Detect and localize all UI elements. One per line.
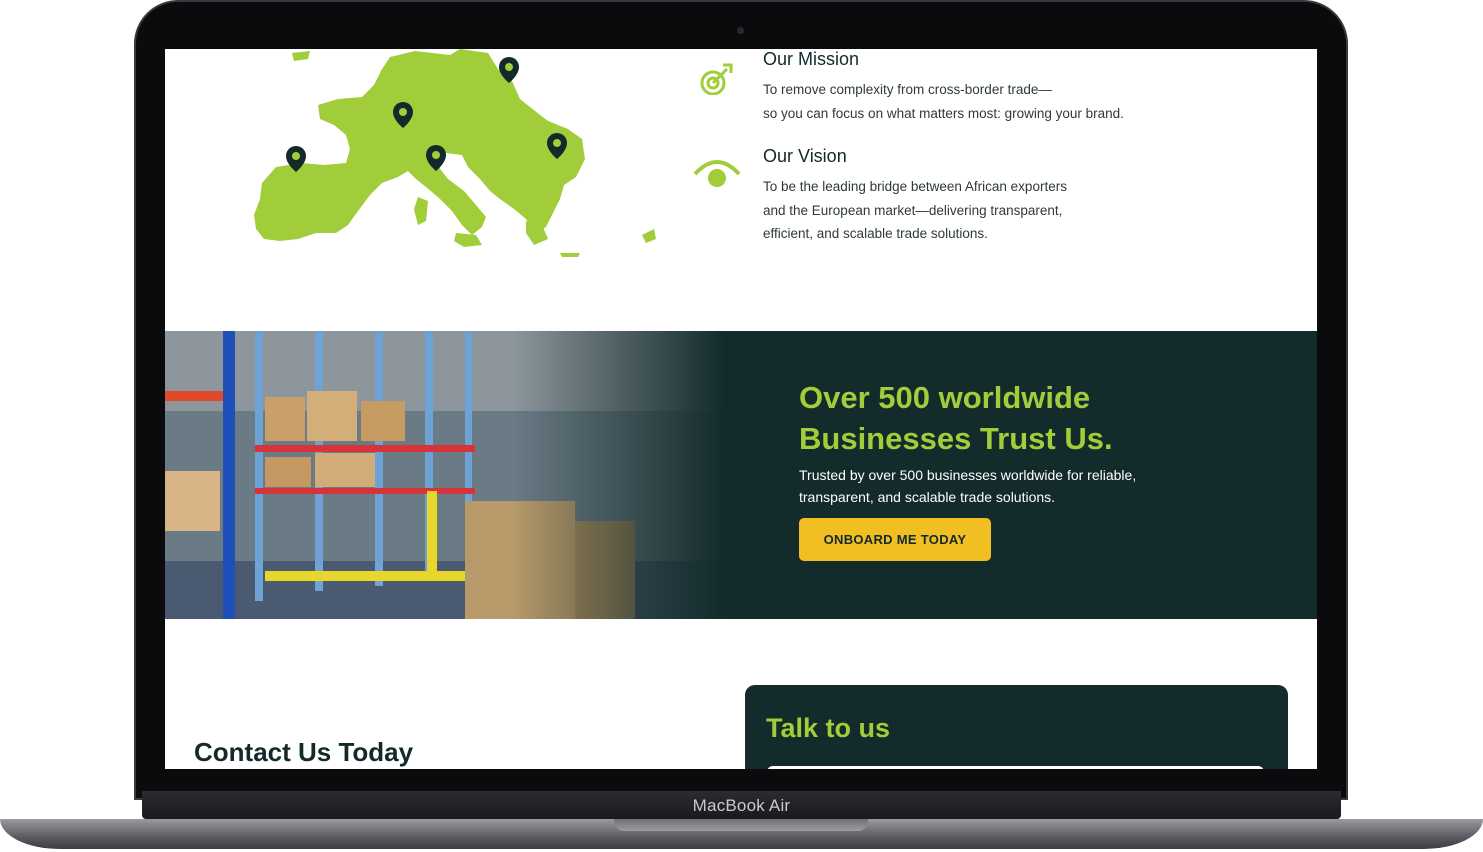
trust-title-line: Businesses Trust Us. [799,421,1113,456]
mission-line: so you can focus on what matters most: g… [763,105,1124,121]
talk-to-us-title: Talk to us [766,713,891,743]
warehouse-image [165,331,725,619]
target-icon [700,63,733,95]
europe-map [254,49,656,257]
mission-line: To remove complexity from cross-border t… [763,82,1052,97]
talk-to-us-card: Talk to us [745,685,1288,769]
trust-subtitle-line: transparent, and scalable trade solution… [799,489,1056,505]
trust-banner: Over 500 worldwide Businesses Trust Us. … [165,331,1317,619]
mission-title: Our Mission [763,49,860,69]
vision-title: Our Vision [763,146,847,166]
trust-title-line: Over 500 worldwide [799,380,1091,415]
contact-heading: Contact Us Today [194,737,414,767]
browser-viewport[interactable]: Our Mission To remove complexity from cr… [165,49,1317,769]
mission-text: To remove complexity from cross-border t… [763,78,1124,125]
eye-icon [693,160,741,187]
contact-form-field[interactable] [767,766,1264,769]
mission-block: Our Mission To remove complexity from cr… [700,49,1124,125]
device-label: MacBook Air [692,796,791,815]
laptop-hinge: MacBook Air [142,791,1341,819]
vision-line: and the European market—delivering trans… [763,202,1063,218]
camera-icon [737,27,744,34]
vision-text: To be the leading bridge between African… [763,175,1067,246]
onboard-me-today-button[interactable]: ONBOARD ME TODAY [799,518,991,561]
laptop-base: MacBook Air [0,791,1483,852]
trust-title: Over 500 worldwide Businesses Trust Us. [799,377,1113,459]
vision-line: To be the leading bridge between African… [763,179,1067,194]
vision-block: Our Vision To be the leading bridge betw… [693,146,1067,246]
trust-subtitle: Trusted by over 500 businesses worldwide… [799,464,1136,508]
vision-line: efficient, and scalable trade solutions. [763,226,988,241]
laptop-notch [614,819,868,831]
trust-subtitle-line: Trusted by over 500 businesses worldwide… [799,467,1137,483]
